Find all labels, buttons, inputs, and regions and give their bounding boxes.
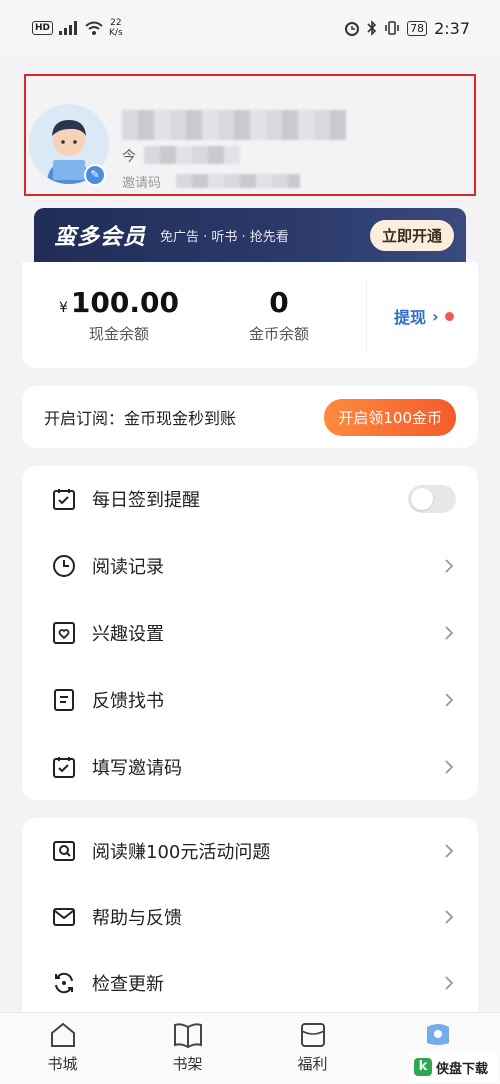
chevron-right-icon: › xyxy=(432,306,439,326)
vibrate-icon xyxy=(385,21,399,35)
help-menu: 阅读赚100元活动问题 帮助与反馈 检查更新 xyxy=(22,818,478,1014)
withdraw-button[interactable]: 提现 › xyxy=(394,304,454,328)
menu-item-reading-history[interactable]: 阅读记录 xyxy=(22,533,478,599)
menu-item-check-update[interactable]: 检查更新 xyxy=(22,950,478,1016)
calendar-check-icon xyxy=(50,753,78,781)
username-blurred xyxy=(122,110,346,140)
bluetooth-icon xyxy=(367,20,377,36)
settings-menu: 每日签到提醒 阅读记录 兴趣设置 反馈找书 填写邀请码 xyxy=(22,466,478,800)
withdraw-label: 提现 xyxy=(394,308,427,327)
menu-label: 阅读记录 xyxy=(92,557,164,578)
menu-label: 帮助与反馈 xyxy=(92,908,182,929)
menu-item-interest-settings[interactable]: 兴趣设置 xyxy=(22,600,478,666)
menu-item-help-feedback[interactable]: 帮助与反馈 xyxy=(22,884,478,950)
vip-description: 免广告 · 听书 · 抢先看 xyxy=(160,229,289,245)
subscribe-text: 开启订阅：金币现金秒到账 xyxy=(44,409,237,428)
watermark-logo: k xyxy=(414,1058,432,1076)
menu-label: 兴趣设置 xyxy=(92,624,164,645)
search-box-icon xyxy=(50,837,78,865)
profile-icon xyxy=(426,1024,449,1045)
vip-title: 蛮多会员 xyxy=(54,225,147,250)
calendar-check-icon xyxy=(50,485,78,513)
vip-banner[interactable]: 蛮多会员 免广告 · 听书 · 抢先看 立即开通 xyxy=(34,208,466,262)
currency-symbol: ¥ xyxy=(59,300,68,316)
net-speed-unit: K/s xyxy=(109,28,123,38)
chevron-right-icon xyxy=(445,760,454,774)
menu-label: 阅读赚100元活动问题 xyxy=(92,842,271,863)
status-right: 78 2:37 xyxy=(344,19,470,38)
tab-label: 书架 xyxy=(172,1055,203,1073)
house-icon xyxy=(50,1022,75,1047)
status-left: HD 22 K/s xyxy=(32,18,123,38)
chevron-right-icon xyxy=(445,626,454,640)
coin-label: 金币余额 xyxy=(248,325,309,343)
tab-label: 书城 xyxy=(47,1055,78,1073)
chevron-right-icon xyxy=(445,844,454,858)
menu-label: 检查更新 xyxy=(92,974,164,995)
cash-label: 现金余额 xyxy=(88,325,149,343)
watermark: k 侠盘下载 xyxy=(410,1052,498,1082)
wallet-divider xyxy=(366,280,367,352)
edit-avatar-icon[interactable]: ✎ xyxy=(84,164,106,186)
refresh-icon xyxy=(50,969,78,997)
menu-label: 每日签到提醒 xyxy=(92,490,200,511)
mail-icon xyxy=(50,903,78,931)
net-speed-value: 22 xyxy=(110,18,122,28)
status-bar: HD 22 K/s 78 2:37 xyxy=(0,0,500,56)
tab-label: 福利 xyxy=(297,1055,328,1073)
gift-box-icon xyxy=(300,1023,325,1047)
tab-bookshelf[interactable]: 书架 xyxy=(125,1013,250,1084)
wallet-card: ¥100.00 现金余额 0 金币余额 提现 › xyxy=(22,262,478,368)
coin-value: 0 xyxy=(269,286,289,319)
vip-open-button[interactable]: 立即开通 xyxy=(369,219,454,251)
subscribe-button[interactable]: 开启领100金币 xyxy=(324,398,456,436)
tab-welfare[interactable]: 福利 xyxy=(250,1013,375,1084)
menu-item-enter-invite-code[interactable]: 填写邀请码 xyxy=(22,734,478,800)
hd-badge: HD xyxy=(32,21,54,35)
menu-item-activity-questions[interactable]: 阅读赚100元活动问题 xyxy=(22,818,478,884)
chevron-right-icon xyxy=(445,976,454,990)
profile-header[interactable]: ✎ 今 邀请码 xyxy=(24,74,476,196)
subline-blurred xyxy=(144,146,240,164)
document-icon xyxy=(50,686,78,714)
coin-balance[interactable]: 0 金币余额 xyxy=(204,286,354,344)
invite-code-label: 邀请码 xyxy=(122,176,162,191)
cash-balance[interactable]: ¥100.00 现金余额 xyxy=(44,286,194,344)
alarm-icon xyxy=(345,22,360,36)
heart-box-icon xyxy=(50,619,78,647)
subscribe-card: 开启订阅：金币现金秒到账 开启领100金币 xyxy=(22,386,478,448)
network-speed: 22 K/s xyxy=(109,18,123,38)
clock-icon xyxy=(50,552,78,580)
wifi-icon xyxy=(85,21,103,35)
menu-label: 填写邀请码 xyxy=(92,758,182,779)
chevron-right-icon xyxy=(445,693,454,707)
chevron-right-icon xyxy=(445,910,454,924)
checkin-reminder-toggle[interactable] xyxy=(408,485,456,513)
menu-item-checkin-reminder[interactable]: 每日签到提醒 xyxy=(22,466,478,532)
signal-icon xyxy=(59,21,78,35)
cash-value: 100.00 xyxy=(70,286,179,319)
watermark-text: 侠盘下载 xyxy=(436,1061,489,1077)
status-time: 2:37 xyxy=(434,18,470,38)
tab-bookstore[interactable]: 书城 xyxy=(0,1013,125,1084)
menu-item-feedback-find-book[interactable]: 反馈找书 xyxy=(22,667,478,733)
invite-code-blurred xyxy=(176,174,300,188)
book-icon xyxy=(173,1023,202,1049)
menu-label: 反馈找书 xyxy=(92,691,164,712)
chevron-right-icon xyxy=(445,559,454,573)
battery-level: 78 xyxy=(407,20,428,36)
today-label: 今 xyxy=(122,149,136,165)
notification-dot xyxy=(444,311,454,321)
